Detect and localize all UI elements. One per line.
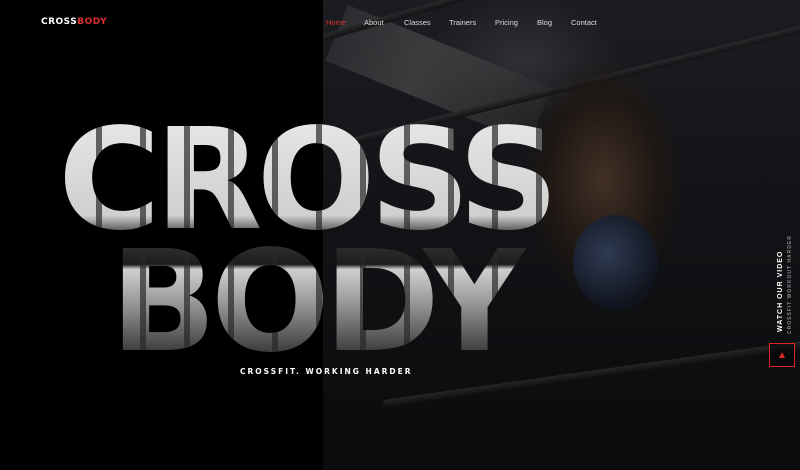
nav-item-contact[interactable]: Contact [571,18,597,27]
hero-section: CROSSBODY Home About Classes Trainers Pr… [0,0,800,470]
watch-video-subtext: CROSSFIT WORKOUT HARDER [787,235,793,334]
site-logo[interactable]: CROSSBODY [41,17,107,27]
nav-item-about[interactable]: About [364,18,384,27]
nav-item-blog[interactable]: Blog [537,18,552,27]
nav-item-pricing[interactable]: Pricing [495,18,518,27]
logo-part-1: CROSS [41,17,78,27]
watch-video-label[interactable]: WATCH OUR VIDEO CROSSFIT WORKOUT HARDER [777,235,793,340]
nav-item-home[interactable]: Home [326,18,346,27]
watch-video-text[interactable]: WATCH OUR VIDEO [777,251,784,332]
nav-item-trainers[interactable]: Trainers [449,18,476,27]
play-icon [779,352,785,358]
play-video-button[interactable] [769,343,795,367]
hero-tagline: CROSSFIT. WORKING HARDER [240,367,413,376]
logo-part-2: BODY [77,17,108,27]
nav-item-classes[interactable]: Classes [404,18,431,27]
hero-headline: CROSS BODY [58,118,618,362]
